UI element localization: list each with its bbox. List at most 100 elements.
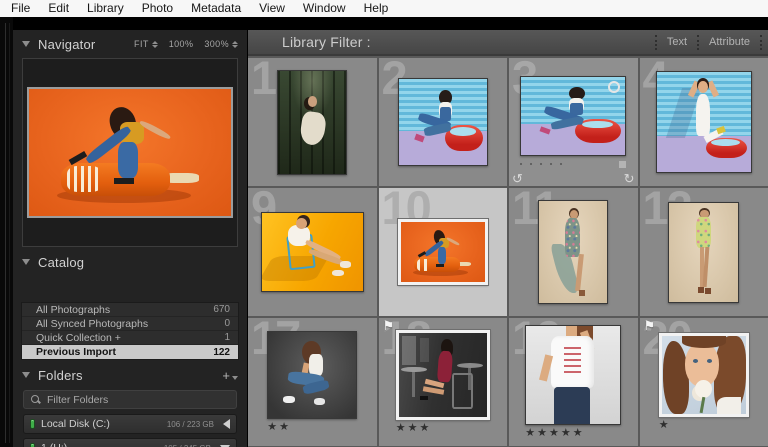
filter-option-attribute[interactable]: Attribute (709, 36, 750, 48)
catalog-item-label: Quick Collection + (36, 331, 121, 344)
catalog-item-count: 122 (213, 346, 230, 358)
menu-help[interactable]: Help (355, 0, 398, 17)
photo-cell-19[interactable]: 19★★★★★ (509, 318, 638, 446)
thumb-art (339, 261, 351, 268)
drive-status-led-icon (30, 443, 35, 447)
menu-file[interactable]: File (2, 0, 39, 17)
photo-thumbnail[interactable] (277, 69, 348, 175)
catalog-item-label: All Photographs (36, 303, 111, 316)
photo-thumbnail[interactable] (397, 78, 488, 166)
grid-area: Library Filter : TextAttribute 123↺↻4910… (248, 30, 768, 447)
photo-cell-20[interactable]: 20⚑★ (639, 318, 768, 446)
thumb-art (419, 396, 428, 401)
navigator-preview-photo[interactable] (27, 87, 233, 218)
zoom-option-300[interactable]: 300% (204, 39, 238, 49)
photo-cell-18[interactable]: 18⚑★★★ (378, 318, 507, 446)
thumb-art (696, 94, 711, 136)
star-rating[interactable]: ★ (659, 419, 749, 431)
catalog-item-quick-collection[interactable]: Quick Collection + 1 (22, 331, 238, 345)
menu-window[interactable]: Window (294, 0, 355, 17)
thumb-art (419, 338, 429, 362)
thumb-art (565, 218, 581, 258)
filter-folders-input[interactable]: Filter Folders (23, 390, 237, 409)
collapse-triangle-icon (22, 259, 30, 265)
thumb-art (113, 177, 135, 185)
thumb-art (451, 373, 473, 409)
folders-header[interactable]: Folders + (13, 365, 247, 385)
menu-edit[interactable]: Edit (39, 0, 78, 17)
pick-flag-icon[interactable]: ⚑ (383, 318, 395, 334)
drive-label: 1 (H:) (41, 442, 158, 447)
rating-dots[interactable] (520, 163, 563, 165)
catalog-list: All Photographs 670 All Synced Photographs… (21, 302, 239, 360)
catalog-item-label: All Synced Photographs (36, 317, 149, 330)
left-panel-rail[interactable] (0, 17, 13, 447)
catalog-item-label: Previous Import (36, 346, 116, 358)
star-rating[interactable]: ★★★ (396, 422, 490, 434)
thumb-stack (397, 219, 488, 285)
photo-thumbnail[interactable] (655, 71, 752, 173)
search-icon (31, 395, 40, 404)
star-rating[interactable]: ★★★★★ (525, 427, 621, 439)
left-panel: Navigator FIT 100% 300% Catalog All Photog… (13, 30, 247, 447)
menu-photo[interactable]: Photo (133, 0, 182, 17)
photo-cell-9[interactable]: 9 (248, 188, 377, 316)
separator (654, 34, 657, 50)
photo-grid: 123↺↻4910111217★★18⚑★★★19★★★★★20⚑★ (248, 56, 768, 446)
navigator-preview[interactable] (22, 58, 238, 247)
cell-index-number: 1 (251, 58, 277, 104)
thumb-art (698, 286, 705, 293)
photo-thumbnail[interactable] (267, 331, 358, 419)
photo-cell-3[interactable]: 3↺↻ (509, 58, 638, 186)
photo-cell-2[interactable]: 2 (378, 58, 507, 186)
add-folder-button[interactable]: + (222, 367, 238, 383)
filter-option-text[interactable]: Text (667, 36, 687, 48)
rotate-right-icon[interactable]: ↻ (624, 171, 635, 186)
plus-icon: + (222, 367, 230, 383)
drive-local-disk-c[interactable]: Local Disk (C:) 106 / 223 GB (23, 414, 237, 434)
thumb-art (681, 336, 726, 348)
star-rating[interactable]: ★★ (267, 421, 357, 433)
menu-view[interactable]: View (250, 0, 294, 17)
thumb-art (663, 340, 689, 414)
photo-thumbnail[interactable] (395, 330, 490, 420)
drive-usage: 105 / 245 GB (164, 444, 211, 447)
down-arrow-icon (151, 44, 158, 48)
zoom-option-fit[interactable]: FIT (134, 39, 158, 49)
thumb-art (402, 336, 417, 365)
thumb-art (283, 395, 295, 403)
folders-drive-list: Local Disk (C:) 106 / 223 GB 1 (H:) 105 / 2… (13, 414, 247, 447)
drive-expander-icon[interactable] (223, 419, 230, 429)
thumb-art (699, 396, 706, 413)
catalog-header[interactable]: Catalog (13, 252, 247, 272)
photo-cell-17[interactable]: 17★★ (248, 318, 377, 446)
photo-thumbnail[interactable] (260, 212, 364, 292)
rating-dot-icon (520, 163, 523, 165)
menu-metadata[interactable]: Metadata (182, 0, 250, 17)
rating-dot-icon (530, 163, 533, 165)
photo-thumbnail[interactable] (397, 219, 488, 285)
navigator-header[interactable]: Navigator FIT 100% 300% (13, 34, 247, 54)
pick-flag-icon[interactable]: ⚑ (644, 318, 656, 334)
catalog-item-all-photographs[interactable]: All Photographs 670 (22, 303, 238, 317)
photo-thumbnail[interactable] (538, 200, 609, 304)
drive-1-h[interactable]: 1 (H:) 105 / 245 GB (23, 438, 237, 447)
zoom-option-100[interactable]: 100% (169, 39, 194, 49)
photo-cell-10[interactable]: 10 (378, 188, 507, 316)
thumb-art (717, 396, 741, 414)
thumb-art (416, 258, 431, 271)
thumb-art (436, 264, 445, 267)
menu-library[interactable]: Library (78, 0, 133, 17)
photo-cell-4[interactable]: 4 (639, 58, 768, 186)
photo-cell-1[interactable]: 1 (248, 58, 377, 186)
rating-dot-icon (540, 163, 543, 165)
photo-thumbnail[interactable] (668, 201, 740, 303)
photo-thumbnail[interactable] (520, 76, 627, 156)
photo-thumbnail[interactable] (658, 333, 749, 417)
photo-thumbnail[interactable] (525, 325, 622, 425)
photo-cell-11[interactable]: 11 (509, 188, 638, 316)
rotate-left-icon[interactable]: ↺ (512, 171, 523, 186)
catalog-item-all-synced-photographs[interactable]: All Synced Photographs 0 (22, 317, 238, 331)
photo-cell-12[interactable]: 12 (639, 188, 768, 316)
catalog-item-previous-import[interactable]: Previous Import 122 (22, 345, 238, 359)
